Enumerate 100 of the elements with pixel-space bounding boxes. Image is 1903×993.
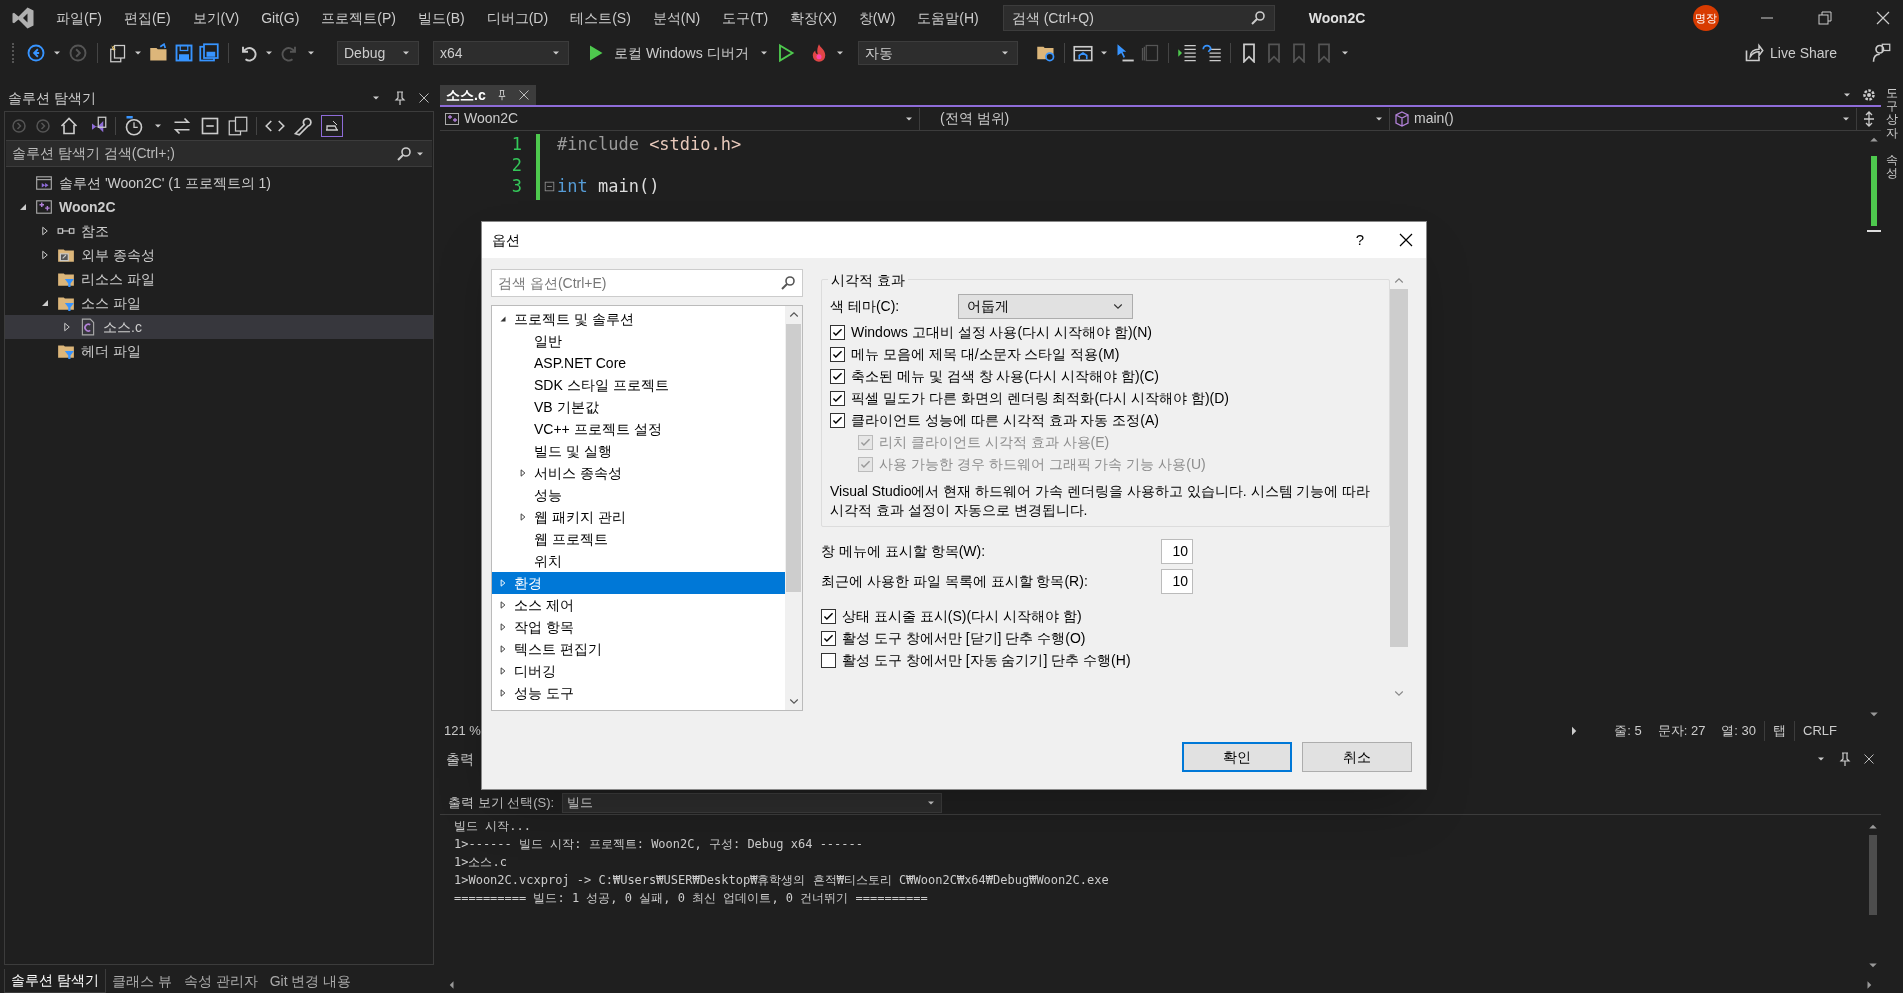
tree-item[interactable]: 소스.c <box>5 315 433 339</box>
scrollbar[interactable] <box>785 306 802 710</box>
collapsed-icon[interactable] <box>498 600 508 610</box>
theme-dropdown[interactable]: 어둡게 <box>958 293 1133 319</box>
mode-dropdown[interactable]: 자동 <box>857 41 1018 65</box>
tree-item[interactable]: 소스 파일 <box>5 291 433 315</box>
tree-item[interactable]: 헤더 파일 <box>5 339 433 363</box>
save-all-icon[interactable] <box>199 43 219 63</box>
collapsed-icon[interactable] <box>518 468 528 478</box>
tree-item[interactable]: 작업 항목 <box>492 616 785 638</box>
tree-item[interactable]: 소스 제어 <box>492 594 785 616</box>
menu-item[interactable]: 디버그(D) <box>476 3 559 33</box>
collapsed-icon[interactable] <box>498 622 508 632</box>
collapsed-icon[interactable] <box>61 321 73 333</box>
tree-item[interactable]: 웹 패키지 관리 <box>492 506 785 528</box>
checkbox[interactable] <box>830 368 845 384</box>
debugger-button[interactable]: 로컬 Windows 디버거 <box>610 42 753 64</box>
editor-tab[interactable]: 소스.c <box>440 85 536 105</box>
menu-item[interactable]: 파일(F) <box>46 3 112 33</box>
collapsed-icon[interactable] <box>39 225 51 237</box>
tree-item[interactable]: 웹 프로젝트 <box>492 528 785 550</box>
pin-icon[interactable] <box>495 89 508 101</box>
menu-item[interactable]: 프로젝트(P) <box>311 3 406 33</box>
number-field[interactable]: 10 <box>1161 569 1193 594</box>
number-field[interactable]: 10 <box>1161 539 1193 564</box>
tree-item[interactable]: Woon2C <box>5 195 433 219</box>
checkbox[interactable] <box>830 324 845 340</box>
settings-icon[interactable] <box>1861 87 1877 103</box>
help-button[interactable]: ? <box>1355 228 1364 252</box>
search-field[interactable]: 솔루션 탐색기 검색(Ctrl+;) <box>6 140 432 167</box>
checkbox[interactable] <box>830 390 845 406</box>
menu-item[interactable]: 빌드(B) <box>408 3 475 33</box>
scope-dropdown[interactable]: (전역 범위) <box>920 107 1390 130</box>
tree-item[interactable]: 성능 <box>492 484 785 506</box>
panel-tab[interactable]: 솔루션 탐색기 <box>4 969 106 993</box>
outdent-icon[interactable] <box>1201 43 1222 63</box>
checkbox[interactable] <box>830 412 845 428</box>
tree-item[interactable]: 빌드 및 실행 <box>492 440 785 462</box>
save-icon[interactable] <box>174 43 194 63</box>
checkbox[interactable] <box>821 608 836 624</box>
collapsed-icon[interactable] <box>498 688 508 698</box>
source-dropdown[interactable]: 빌드 <box>562 793 943 813</box>
tree-item[interactable]: 텍스트 편집기 <box>492 638 785 660</box>
close-icon[interactable] <box>1398 232 1414 248</box>
home-icon[interactable] <box>59 116 79 136</box>
panel-tab[interactable]: Git 변경 내용 <box>263 969 358 993</box>
indent-icon[interactable] <box>1176 43 1197 63</box>
preview-button[interactable] <box>321 115 343 137</box>
member-dropdown[interactable]: main() <box>1390 107 1857 130</box>
tree-item[interactable]: 디버깅 <box>492 660 785 682</box>
status-text[interactable]: 탭 <box>1764 721 1795 741</box>
menu-item[interactable]: 창(W) <box>848 3 906 33</box>
tree-item[interactable]: 솔루션 'Woon2C' (1 프로젝트의 1) <box>5 171 433 195</box>
tree-item[interactable]: 성능 도구 <box>492 682 785 704</box>
collapsed-icon[interactable] <box>498 644 508 654</box>
copy-icon[interactable] <box>228 116 248 136</box>
menu-item[interactable]: 확장(X) <box>780 3 847 33</box>
menu-item[interactable]: 편집(E) <box>113 3 181 33</box>
collapse-icon[interactable] <box>544 181 555 192</box>
menu-item[interactable]: 테스트(S) <box>560 3 641 33</box>
status-text[interactable]: CRLF <box>1794 721 1845 741</box>
menu-item[interactable]: 보기(V) <box>182 3 250 33</box>
menu-item[interactable]: 도움말(H) <box>907 3 989 33</box>
tree-item[interactable]: 참조 <box>5 219 433 243</box>
collapsed-icon[interactable] <box>498 666 508 676</box>
open-folder-icon[interactable] <box>149 43 169 63</box>
project-dropdown[interactable]: Woon2C <box>440 107 920 130</box>
checkbox[interactable] <box>821 652 836 668</box>
feedback-icon[interactable] <box>1871 43 1891 63</box>
window-icon[interactable] <box>1072 43 1093 63</box>
configuration-dropdown[interactable]: Debug <box>337 41 419 65</box>
tree-item[interactable]: VC++ 프로젝트 설정 <box>492 418 785 440</box>
live-share-button[interactable]: Live Share <box>1738 42 1843 64</box>
tree-item[interactable]: 환경 <box>492 572 785 594</box>
back-icon[interactable] <box>26 43 46 63</box>
collapsed-icon[interactable] <box>39 249 51 261</box>
split-icon[interactable] <box>1861 110 1877 127</box>
menu-item[interactable]: 도구(T) <box>712 3 779 33</box>
user-badge[interactable]: 명장 <box>1693 5 1719 31</box>
tree-item[interactable]: VB 기본값 <box>492 396 785 418</box>
sync-icon[interactable] <box>172 116 192 136</box>
pin-icon[interactable] <box>1837 751 1853 767</box>
menu-item[interactable]: 분석(N) <box>642 3 711 33</box>
new-item-icon[interactable] <box>107 43 127 63</box>
checkbox[interactable] <box>830 346 845 362</box>
search-field[interactable]: 검색 (Ctrl+Q) <box>1002 5 1275 31</box>
dialog-button[interactable]: 취소 <box>1302 742 1412 772</box>
collapsed-icon[interactable] <box>518 512 528 522</box>
side-tab[interactable]: 도구 상자 <box>1886 87 1898 140</box>
tree-item[interactable]: 리소스 파일 <box>5 267 433 291</box>
search-field[interactable]: 검색 옵션(Ctrl+E) <box>491 269 803 297</box>
tree-item[interactable]: 위치 <box>492 550 785 572</box>
tree-item[interactable]: 일반 <box>492 330 785 352</box>
platform-dropdown[interactable]: x64 <box>433 41 569 65</box>
history-icon[interactable] <box>124 116 144 136</box>
tree-item[interactable]: 외부 종속성 <box>5 243 433 267</box>
checkbox[interactable] <box>821 630 836 646</box>
tree-item[interactable]: SDK 스타일 프로젝트 <box>492 374 785 396</box>
panel-tab[interactable]: 속성 관리자 <box>177 969 264 993</box>
restore-icon[interactable] <box>1817 10 1833 26</box>
